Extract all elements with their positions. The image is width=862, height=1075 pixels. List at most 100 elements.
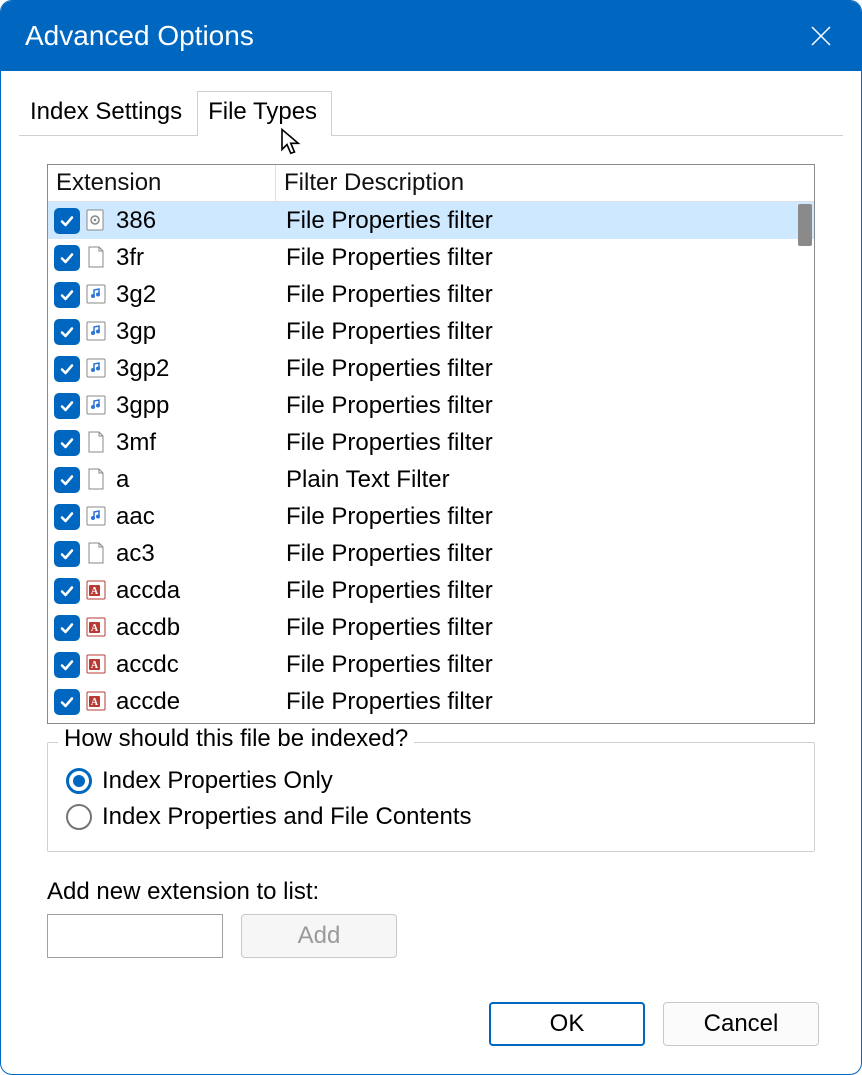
row-checkbox[interactable] — [54, 430, 80, 456]
list-scrollbar[interactable] — [792, 202, 814, 723]
row-checkbox[interactable] — [54, 541, 80, 567]
file-type-icon: A — [84, 615, 110, 641]
add-extension-label: Add new extension to list: — [47, 878, 815, 906]
table-row[interactable]: 3g2File Properties filter — [48, 276, 814, 313]
tab-file-types[interactable]: File Types — [197, 91, 332, 136]
radio-label: Index Properties and File Contents — [102, 803, 472, 831]
scrollbar-thumb[interactable] — [798, 204, 812, 246]
row-checkbox[interactable] — [54, 245, 80, 271]
row-checkbox[interactable] — [54, 504, 80, 530]
svg-text:A: A — [91, 697, 99, 708]
table-row[interactable]: aPlain Text Filter — [48, 461, 814, 498]
table-row[interactable]: 386File Properties filter — [48, 202, 814, 239]
table-row[interactable]: AaccdcFile Properties filter — [48, 646, 814, 683]
column-description[interactable]: Filter Description — [276, 165, 814, 201]
indexing-legend: How should this file be indexed? — [58, 725, 414, 753]
file-type-icon — [84, 208, 110, 234]
ok-button[interactable]: OK — [489, 1002, 645, 1046]
svg-text:A: A — [91, 586, 99, 597]
row-checkbox[interactable] — [54, 393, 80, 419]
tab-strip: Index Settings File Types — [19, 91, 843, 135]
file-type-icon — [84, 504, 110, 530]
radio-icon — [66, 768, 92, 794]
filter-description-text: File Properties filter — [274, 651, 814, 679]
extension-text: a — [116, 466, 274, 494]
filter-description-text: File Properties filter — [274, 540, 814, 568]
file-type-list[interactable]: Extension Filter Description 386File Pro… — [47, 164, 815, 724]
dialog-body: Index Settings File Types Extension Filt… — [1, 71, 861, 1074]
file-type-icon — [84, 356, 110, 382]
add-button[interactable]: Add — [241, 914, 397, 958]
table-row[interactable]: AaccdaFile Properties filter — [48, 572, 814, 609]
file-types-page: Extension Filter Description 386File Pro… — [19, 136, 843, 978]
close-icon — [810, 25, 832, 47]
close-button[interactable] — [807, 22, 835, 50]
filter-description-text: File Properties filter — [274, 429, 814, 457]
file-type-icon — [84, 319, 110, 345]
filter-description-text: File Properties filter — [274, 318, 814, 346]
row-checkbox[interactable] — [54, 578, 80, 604]
file-type-icon — [84, 541, 110, 567]
table-row[interactable]: 3gppFile Properties filter — [48, 387, 814, 424]
table-row[interactable]: 3mfFile Properties filter — [48, 424, 814, 461]
radio-index-properties-only[interactable]: Index Properties Only — [66, 763, 796, 799]
extension-text: accda — [116, 577, 274, 605]
table-row[interactable]: AaccdbFile Properties filter — [48, 609, 814, 646]
row-checkbox[interactable] — [54, 282, 80, 308]
radio-index-properties-and-contents[interactable]: Index Properties and File Contents — [66, 799, 796, 835]
table-row[interactable]: 3gp2File Properties filter — [48, 350, 814, 387]
row-checkbox[interactable] — [54, 356, 80, 382]
row-checkbox[interactable] — [54, 615, 80, 641]
svg-text:A: A — [91, 660, 99, 671]
filter-description-text: File Properties filter — [274, 207, 814, 235]
filter-description-text: File Properties filter — [274, 392, 814, 420]
file-type-icon: A — [84, 652, 110, 678]
extension-text: 3g2 — [116, 281, 274, 309]
file-type-icon — [84, 245, 110, 271]
extension-text: ac3 — [116, 540, 274, 568]
filter-description-text: File Properties filter — [274, 281, 814, 309]
row-checkbox[interactable] — [54, 208, 80, 234]
filter-description-text: Plain Text Filter — [274, 466, 814, 494]
row-checkbox[interactable] — [54, 652, 80, 678]
list-header: Extension Filter Description — [48, 165, 814, 202]
svg-text:A: A — [91, 623, 99, 634]
filter-description-text: File Properties filter — [274, 577, 814, 605]
extension-text: 386 — [116, 207, 274, 235]
extension-text: accdb — [116, 614, 274, 642]
table-row[interactable]: AaccdeFile Properties filter — [48, 683, 814, 720]
extension-text: 3gp — [116, 318, 274, 346]
extension-text: 3gpp — [116, 392, 274, 420]
column-extension[interactable]: Extension — [48, 165, 276, 201]
window-title: Advanced Options — [25, 20, 254, 52]
filter-description-text: File Properties filter — [274, 355, 814, 383]
title-bar: Advanced Options — [1, 1, 861, 71]
extension-text: aac — [116, 503, 274, 531]
indexing-options-group: How should this file be indexed? Index P… — [47, 742, 815, 852]
filter-description-text: File Properties filter — [274, 244, 814, 272]
add-extension-input[interactable] — [47, 914, 223, 958]
table-row[interactable]: aacFile Properties filter — [48, 498, 814, 535]
row-checkbox[interactable] — [54, 689, 80, 715]
extension-text: accde — [116, 688, 274, 716]
row-checkbox[interactable] — [54, 319, 80, 345]
table-row[interactable]: 3gpFile Properties filter — [48, 313, 814, 350]
radio-icon — [66, 804, 92, 830]
extension-text: 3mf — [116, 429, 274, 457]
file-type-icon — [84, 282, 110, 308]
extension-text: accdc — [116, 651, 274, 679]
tab-index-settings[interactable]: Index Settings — [19, 91, 197, 136]
row-checkbox[interactable] — [54, 467, 80, 493]
radio-label: Index Properties Only — [102, 767, 333, 795]
filter-description-text: File Properties filter — [274, 503, 814, 531]
file-type-icon — [84, 467, 110, 493]
filter-description-text: File Properties filter — [274, 614, 814, 642]
table-row[interactable]: 3frFile Properties filter — [48, 239, 814, 276]
extension-text: 3fr — [116, 244, 274, 272]
cancel-button[interactable]: Cancel — [663, 1002, 819, 1046]
filter-description-text: File Properties filter — [274, 688, 814, 716]
file-type-icon — [84, 430, 110, 456]
file-type-icon: A — [84, 689, 110, 715]
table-row[interactable]: ac3File Properties filter — [48, 535, 814, 572]
dialog-footer: OK Cancel — [19, 978, 843, 1074]
